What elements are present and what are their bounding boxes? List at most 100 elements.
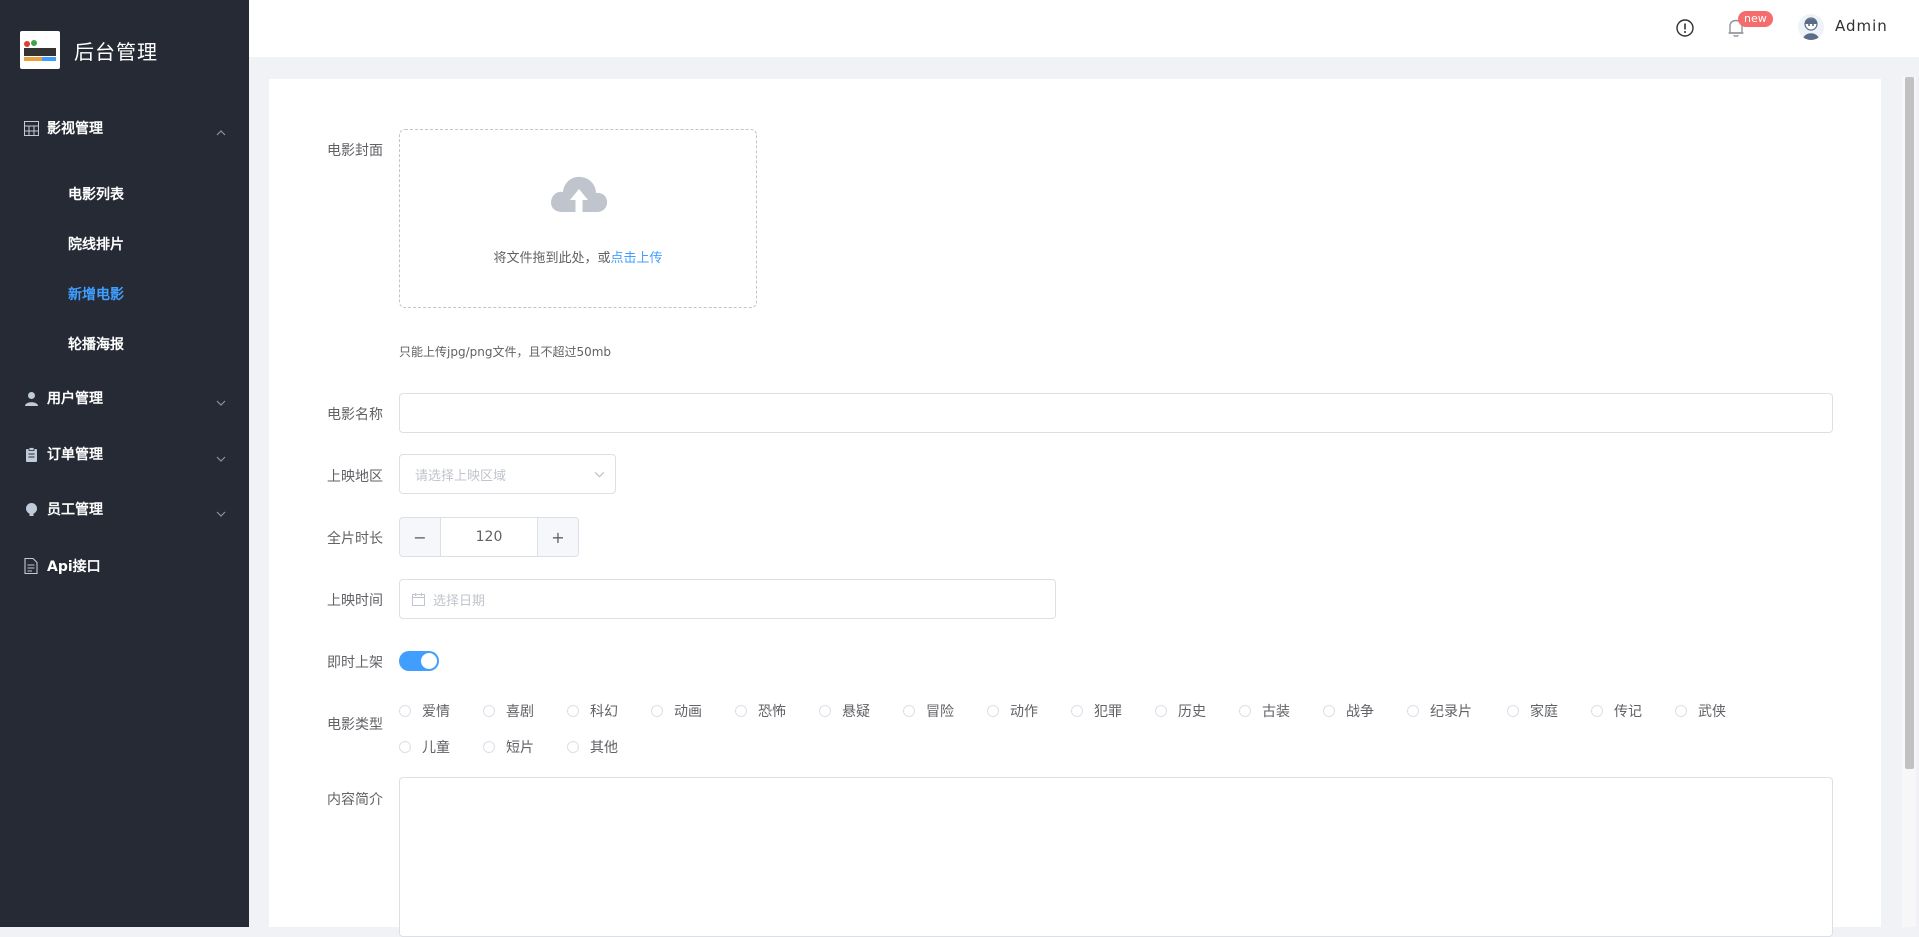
chevron-down-icon <box>216 393 226 406</box>
avatar[interactable] <box>1798 14 1824 40</box>
notification-badge: new <box>1738 11 1773 27</box>
region-label: 上映地区 <box>327 469 383 485</box>
genre-option-label: 悬疑 <box>842 704 870 720</box>
menu-label: 用户管理 <box>47 391 103 407</box>
app-title: 后台管理 <box>74 39 158 64</box>
genre-option[interactable]: 冒险 <box>903 701 954 721</box>
radio-circle <box>1507 705 1519 717</box>
genre-option-label: 儿童 <box>422 740 450 756</box>
genre-option[interactable]: 家庭 <box>1507 701 1558 721</box>
upload-instruction: 将文件拖到此处，或点击上传 <box>400 247 756 266</box>
menu-user-management[interactable]: 用户管理 <box>0 378 249 418</box>
genre-option-label: 冒险 <box>926 704 954 720</box>
radio-circle <box>483 705 495 717</box>
radio-circle <box>399 705 411 717</box>
genre-option[interactable]: 武侠 <box>1675 701 1726 721</box>
document-icon <box>23 558 39 574</box>
genre-option[interactable]: 喜剧 <box>483 701 534 721</box>
radio-circle <box>651 705 663 717</box>
movie-name-label: 电影名称 <box>327 407 383 423</box>
genre-option-label: 历史 <box>1178 704 1206 720</box>
synopsis-label: 内容简介 <box>327 792 383 808</box>
sidebar: 后台管理 影视管理 电影列表 院线排片 新增电影 轮播海报 用户管理 订单管理 … <box>0 0 249 927</box>
genre-option[interactable]: 科幻 <box>567 701 618 721</box>
genre-option[interactable]: 传记 <box>1591 701 1642 721</box>
cloud-upload-icon <box>548 170 610 220</box>
menu-staff-management[interactable]: 员工管理 <box>0 489 249 529</box>
radio-circle <box>399 741 411 753</box>
upload-drop-text: 将文件拖到此处，或 <box>493 251 611 266</box>
release-date-label: 上映时间 <box>327 593 383 609</box>
clipboard-icon <box>23 446 39 462</box>
sidebar-item-movie-list[interactable]: 电影列表 <box>0 174 249 214</box>
genre-option[interactable]: 纪录片 <box>1407 701 1472 721</box>
genre-option-label: 科幻 <box>590 704 618 720</box>
duration-stepper[interactable]: − 120 + <box>399 517 579 557</box>
release-date-picker[interactable]: 选择日期 <box>399 579 1056 619</box>
user-name[interactable]: Admin <box>1835 17 1888 35</box>
duration-label: 全片时长 <box>327 531 383 547</box>
region-placeholder: 请选择上映区域 <box>415 468 507 484</box>
upload-tip: 只能上传jpg/png文件，且不超过50mb <box>399 345 612 359</box>
genre-option[interactable]: 爱情 <box>399 701 450 721</box>
scrollbar-thumb[interactable] <box>1905 77 1914 769</box>
sidebar-item-banner[interactable]: 轮播海报 <box>0 324 249 364</box>
genre-option[interactable]: 动作 <box>987 701 1038 721</box>
genre-option[interactable]: 儿童 <box>399 737 450 757</box>
region-select[interactable]: 请选择上映区域 <box>399 454 616 494</box>
genre-option-label: 动作 <box>1010 704 1038 720</box>
genre-label: 电影类型 <box>327 717 383 733</box>
genre-option-label: 武侠 <box>1698 704 1726 720</box>
duration-value[interactable]: 120 <box>476 529 503 545</box>
radio-circle <box>1675 705 1687 717</box>
toggle-knob <box>421 653 437 669</box>
chevron-down-icon <box>216 504 226 517</box>
genre-option[interactable]: 动画 <box>651 701 702 721</box>
menu-movie-management[interactable]: 影视管理 <box>0 108 249 148</box>
radio-circle <box>1155 705 1167 717</box>
menu-api[interactable]: Api接口 <box>0 546 249 586</box>
genre-option[interactable]: 恐怖 <box>735 701 786 721</box>
genre-option[interactable]: 犯罪 <box>1071 701 1122 721</box>
radio-circle <box>1591 705 1603 717</box>
cover-upload-dropzone[interactable]: 将文件拖到此处，或点击上传 <box>399 129 757 308</box>
upload-click-link[interactable]: 点击上传 <box>611 251 663 266</box>
menu-label: 员工管理 <box>47 502 103 518</box>
genre-option-label: 纪录片 <box>1430 704 1472 720</box>
genre-option[interactable]: 战争 <box>1323 701 1374 721</box>
genre-option-label: 传记 <box>1614 704 1642 720</box>
genre-option[interactable]: 短片 <box>483 737 534 757</box>
brand: 后台管理 <box>20 30 158 70</box>
chevron-down-icon <box>216 449 226 462</box>
increase-button[interactable]: + <box>537 518 578 556</box>
calendar-icon <box>412 592 425 606</box>
radio-circle <box>1323 705 1335 717</box>
sidebar-item-schedule[interactable]: 院线排片 <box>0 224 249 264</box>
radio-circle <box>483 741 495 753</box>
genre-option[interactable]: 历史 <box>1155 701 1206 721</box>
radio-circle <box>567 741 579 753</box>
radio-circle <box>903 705 915 717</box>
menu-label: Api接口 <box>47 559 101 575</box>
genre-option[interactable]: 悬疑 <box>819 701 870 721</box>
radio-circle <box>1407 705 1419 717</box>
release-date-placeholder: 选择日期 <box>433 593 486 609</box>
genre-option-label: 古装 <box>1262 704 1290 720</box>
decrease-button[interactable]: − <box>400 518 441 556</box>
genre-option[interactable]: 其他 <box>567 737 618 757</box>
sidebar-item-label: 新增电影 <box>68 287 124 303</box>
synopsis-textarea[interactable] <box>399 777 1833 937</box>
info-icon[interactable] <box>1676 19 1694 37</box>
radio-circle <box>1239 705 1251 717</box>
menu-label: 影视管理 <box>47 121 103 137</box>
instant-listing-toggle[interactable] <box>399 651 439 671</box>
sidebar-item-add-movie[interactable]: 新增电影 <box>0 274 249 314</box>
genre-option[interactable]: 古装 <box>1239 701 1290 721</box>
menu-label: 订单管理 <box>47 447 103 463</box>
radio-circle <box>987 705 999 717</box>
genre-option-label: 短片 <box>506 740 534 756</box>
instant-listing-label: 即时上架 <box>327 655 383 671</box>
menu-order-management[interactable]: 订单管理 <box>0 434 249 474</box>
genre-option-label: 犯罪 <box>1094 704 1122 720</box>
movie-name-input[interactable] <box>399 393 1833 433</box>
